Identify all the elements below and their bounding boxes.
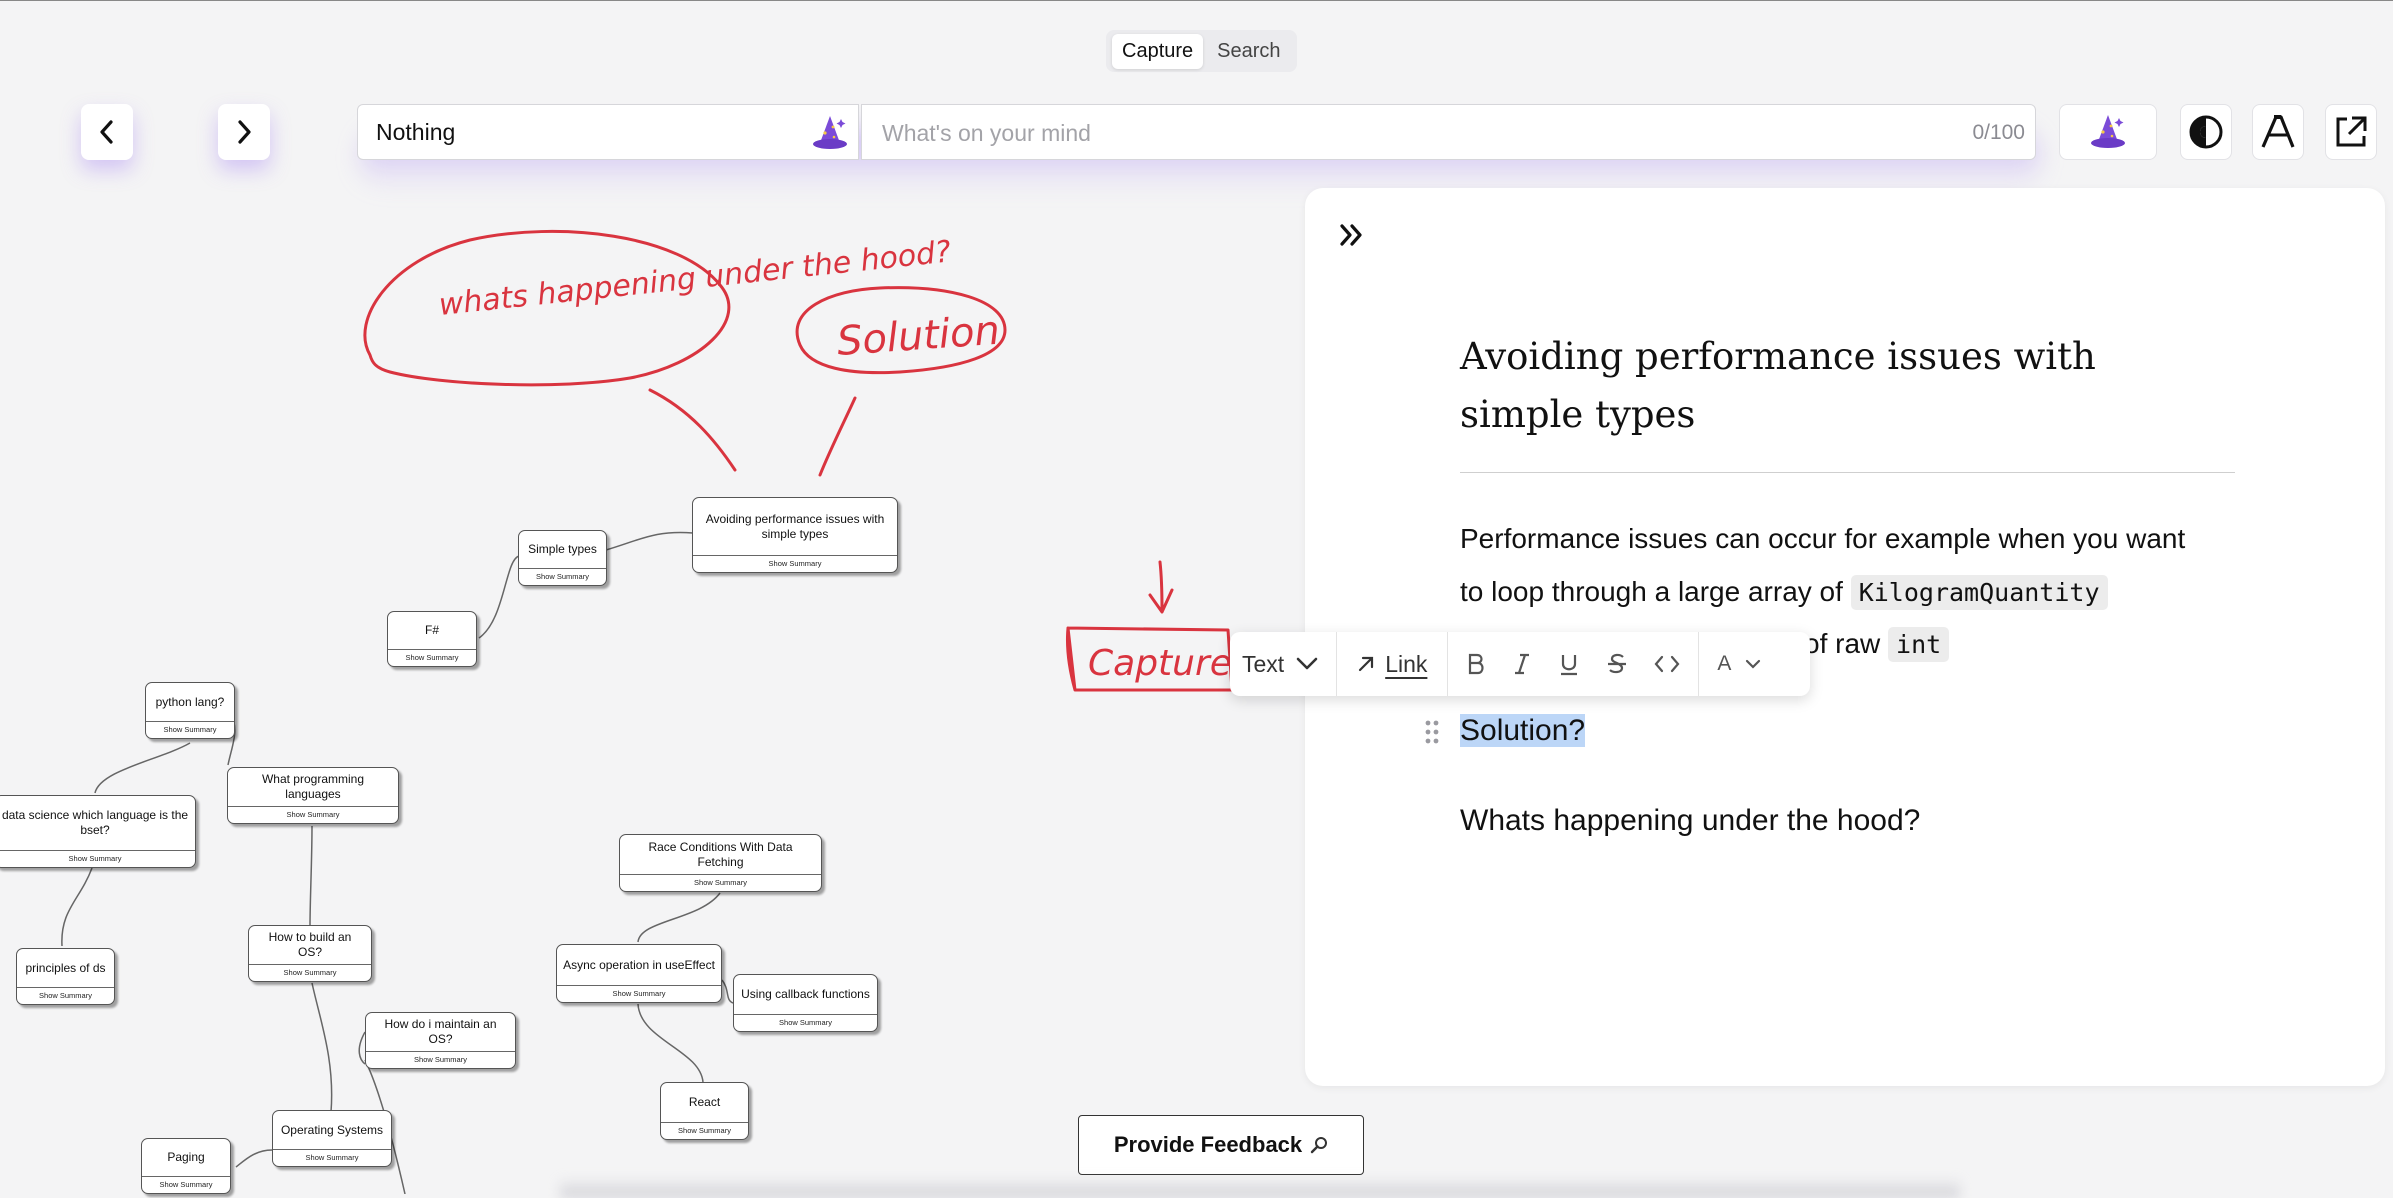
graph-node[interactable]: React Show Summary	[660, 1082, 749, 1140]
show-summary-link[interactable]: Show Summary	[620, 874, 821, 891]
node-title: How to build an OS?	[268, 930, 352, 959]
format-buttons	[1448, 632, 1700, 696]
graph-node[interactable]: Avoiding performance issues with simple …	[692, 497, 898, 573]
show-summary-link[interactable]: Show Summary	[228, 806, 398, 823]
inline-code: int	[1888, 627, 1950, 662]
note-paragraph-line[interactable]: Performance issues can occur for example…	[1460, 513, 2250, 565]
arrow-up-right-icon	[1359, 656, 1374, 672]
inline-code: KilogramQuantity	[1850, 575, 2108, 610]
node-title: Simple types	[528, 542, 597, 556]
double-chevron-right-icon	[1340, 224, 1362, 246]
node-title: React	[688, 1095, 721, 1109]
drag-handle-icon[interactable]	[1423, 718, 1441, 746]
node-title: Async operation in useEffect	[563, 957, 715, 972]
node-title: Avoiding performance issues with simple …	[705, 511, 885, 541]
italic-icon[interactable]	[1512, 652, 1532, 676]
show-summary-link[interactable]: Show Summary	[661, 1122, 748, 1139]
show-summary-link[interactable]: Show Summary	[142, 1176, 230, 1193]
paragraph-text: to loop through a large array of	[1460, 576, 1851, 607]
code-icon[interactable]	[1654, 652, 1680, 676]
note-title[interactable]: Avoiding performance issues with simple …	[1460, 328, 2230, 444]
graph-node[interactable]: python lang? Show Summary	[145, 682, 235, 739]
bold-icon[interactable]	[1466, 652, 1486, 676]
show-summary-link[interactable]: Show Summary	[557, 985, 721, 1002]
node-title: What programming languages	[261, 772, 365, 801]
show-summary-link[interactable]: Show Summary	[17, 987, 114, 1004]
text-style-dropdown[interactable]: Text	[1230, 632, 1338, 696]
format-toolbar: Text Link A	[1230, 632, 1810, 696]
show-summary-link[interactable]: Show Summary	[0, 850, 195, 867]
text-color-dropdown[interactable]: A	[1699, 632, 1779, 696]
show-summary-link[interactable]: Show Summary	[519, 568, 606, 585]
text-style-label: Text	[1242, 650, 1285, 677]
show-summary-link[interactable]: Show Summary	[249, 964, 371, 981]
chevron-down-icon	[1746, 659, 1761, 669]
graph-node[interactable]: Operating Systems Show Summary	[272, 1110, 392, 1167]
show-summary-link[interactable]: Show Summary	[273, 1149, 391, 1166]
heading-hood[interactable]: Whats happening under the hood?	[1460, 798, 1920, 844]
graph-node[interactable]: Race Conditions With Data Fetching Show …	[619, 834, 822, 892]
underline-icon[interactable]	[1558, 652, 1580, 676]
graph-node[interactable]: data science which language is the bset?…	[0, 795, 196, 868]
graph-node[interactable]: principles of ds Show Summary	[16, 948, 115, 1005]
graph-node[interactable]: What programming languages Show Summary	[227, 767, 399, 824]
show-summary-link[interactable]: Show Summary	[388, 649, 476, 666]
link-button[interactable]: Link	[1337, 632, 1449, 696]
node-title: python lang?	[155, 694, 225, 709]
collapse-panel-button[interactable]	[1335, 218, 1369, 252]
show-summary-link[interactable]: Show Summary	[693, 555, 897, 572]
selected-text: Solution?	[1460, 714, 1586, 747]
node-title: principles of ds	[25, 960, 106, 975]
graph-node[interactable]: How to build an OS? Show Summary	[248, 925, 372, 982]
graph-node[interactable]: Simple types Show Summary	[518, 530, 607, 586]
graph-node[interactable]: F# Show Summary	[387, 611, 477, 667]
graph-node[interactable]: Async operation in useEffect Show Summar…	[556, 944, 722, 1003]
node-title: Operating Systems	[280, 1122, 384, 1137]
feedback-label: Provide Feedback	[1113, 1132, 1303, 1157]
node-title: F#	[424, 623, 439, 637]
graph-node[interactable]: How do i maintain an OS? Show Summary	[365, 1012, 516, 1069]
chevron-down-icon	[1296, 657, 1318, 670]
link-label: Link	[1385, 650, 1428, 677]
show-summary-link[interactable]: Show Summary	[146, 721, 234, 738]
node-title: Race Conditions With Data Fetching	[648, 839, 793, 869]
magnifier-icon	[1310, 1137, 1328, 1154]
provide-feedback-button[interactable]: Provide Feedback	[1078, 1115, 1364, 1175]
node-title: How do i maintain an OS?	[384, 1017, 497, 1046]
show-summary-link[interactable]: Show Summary	[734, 1014, 877, 1031]
title-divider	[1460, 472, 2235, 473]
node-title: Using callback functions	[741, 987, 870, 1001]
node-title: Paging	[167, 1150, 205, 1164]
graph-node[interactable]: Paging Show Summary	[141, 1138, 231, 1194]
node-title: data science which language is the bset?	[1, 808, 189, 837]
graph-node[interactable]: Using callback functions Show Summary	[733, 974, 878, 1032]
strikethrough-icon[interactable]	[1606, 652, 1628, 676]
show-summary-link[interactable]: Show Summary	[366, 1051, 515, 1068]
bottom-shadow	[560, 1178, 1960, 1198]
note-paragraph-line[interactable]: to loop through a large array of Kilogra…	[1460, 566, 2108, 619]
heading-solution[interactable]: Solution?	[1460, 708, 1586, 754]
text-color-label: A	[1717, 652, 1732, 675]
